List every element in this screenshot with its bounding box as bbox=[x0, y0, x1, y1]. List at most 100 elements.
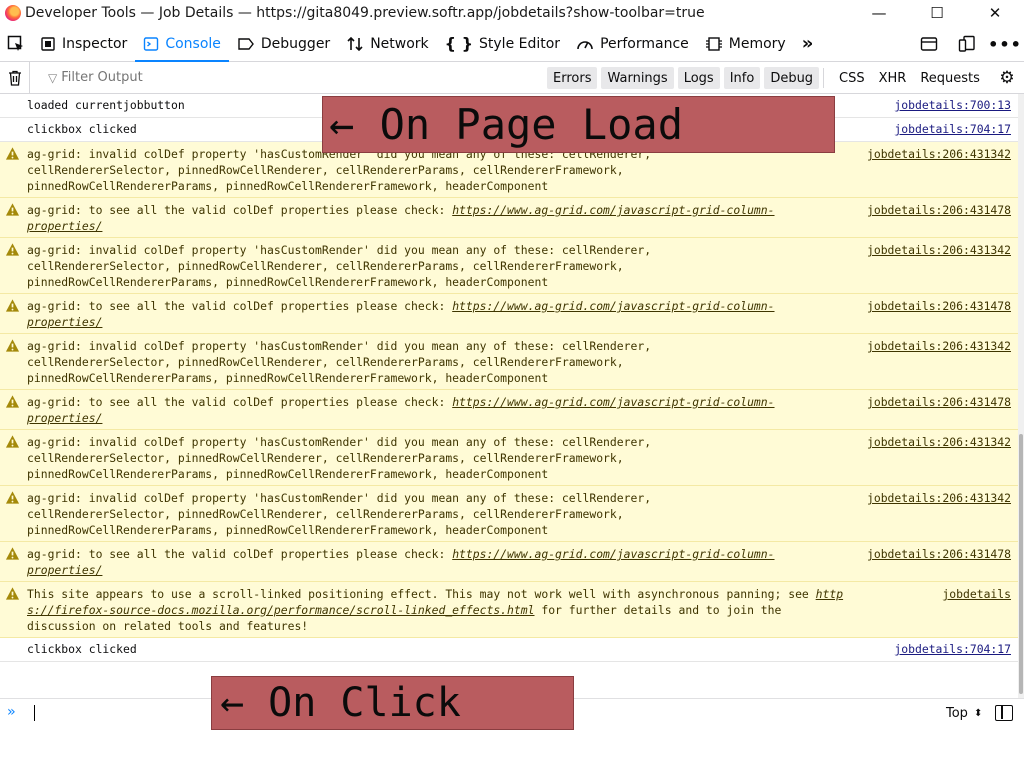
message-link[interactable]: properties/ bbox=[27, 315, 102, 329]
element-picker-button[interactable] bbox=[0, 26, 32, 62]
console-input[interactable] bbox=[34, 705, 35, 721]
filter-errors-button[interactable]: Errors bbox=[547, 67, 598, 89]
message-text-line: pinnedRowCellRendererParams, pinnedRowCe… bbox=[27, 179, 549, 193]
message-source-link[interactable]: jobdetails:206:431478 bbox=[867, 546, 1011, 562]
message-text-line: pinnedRowCellRendererParams, pinnedRowCe… bbox=[27, 523, 549, 537]
element-picker-icon bbox=[7, 35, 23, 51]
message-source-link[interactable]: jobdetails:206:431342 bbox=[867, 242, 1011, 258]
maximize-button[interactable]: ☐ bbox=[908, 0, 966, 26]
message-source-link[interactable]: jobdetails:206:431342 bbox=[867, 434, 1011, 450]
warning-icon bbox=[5, 435, 20, 448]
filter-logs-button[interactable]: Logs bbox=[677, 67, 720, 89]
message-link[interactable]: https://www.ag-grid.com/javascript-grid-… bbox=[452, 395, 774, 409]
message-text-segment: This site appears to use a scroll-linked… bbox=[27, 587, 816, 601]
tab-label: Performance bbox=[600, 35, 689, 52]
message-source-link[interactable]: jobdetails:206:431342 bbox=[867, 338, 1011, 354]
tab-inspector[interactable]: Inspector bbox=[32, 26, 135, 62]
message-link[interactable]: properties/ bbox=[27, 219, 102, 233]
tab-debugger[interactable]: Debugger bbox=[229, 26, 338, 62]
window-controls: — ☐ ✕ bbox=[850, 0, 1024, 26]
split-console-icon bbox=[920, 37, 938, 51]
clear-console-button[interactable] bbox=[0, 61, 30, 94]
message-text: ag-grid: invalid colDef property 'hasCus… bbox=[27, 338, 847, 386]
message-link[interactable]: https://www.ag-grid.com/javascript-grid-… bbox=[452, 547, 774, 561]
warning-icon bbox=[5, 547, 20, 560]
tab-label: Console bbox=[165, 35, 221, 52]
annotation-on-click: ← On Click bbox=[211, 676, 574, 730]
message-link[interactable]: http bbox=[816, 587, 843, 601]
filter-warnings-button[interactable]: Warnings bbox=[601, 67, 674, 89]
message-text: ag-grid: invalid colDef property 'hasCus… bbox=[27, 434, 847, 482]
message-text-line: ag-grid: invalid colDef property 'hasCus… bbox=[27, 491, 652, 505]
message-text-line: ag-grid: invalid colDef property 'hasCus… bbox=[27, 435, 652, 449]
message-link[interactable]: https://www.ag-grid.com/javascript-grid-… bbox=[452, 299, 774, 313]
message-text: ag-grid: to see all the valid colDef pro… bbox=[27, 298, 847, 330]
message-source-link[interactable]: jobdetails:704:17 bbox=[894, 121, 1011, 137]
message-text: ag-grid: to see all the valid colDef pro… bbox=[27, 546, 847, 578]
message-source-link[interactable]: jobdetails:206:431342 bbox=[867, 146, 1011, 162]
filter-output-field[interactable]: ▽ bbox=[48, 70, 528, 85]
tab-label: Network bbox=[370, 35, 429, 52]
tab-console[interactable]: Console bbox=[135, 28, 229, 62]
evaluation-context-selector[interactable]: Top ⬍ bbox=[946, 706, 982, 721]
filter-debug-button[interactable]: Debug bbox=[764, 67, 820, 89]
scrollbar-thumb[interactable] bbox=[1019, 434, 1023, 694]
tab-performance[interactable]: Performance bbox=[568, 26, 697, 62]
window-titlebar: Developer Tools — Job Details — https://… bbox=[0, 0, 1024, 26]
tab-label: Memory bbox=[728, 35, 786, 52]
message-link[interactable]: https://www.ag-grid.com/javascript-grid-… bbox=[452, 203, 774, 217]
message-source-link[interactable]: jobdetails:206:431478 bbox=[867, 394, 1011, 410]
console-scrollbar[interactable] bbox=[1018, 94, 1024, 698]
message-text-line: cellRendererSelector, pinnedRowCellRende… bbox=[27, 507, 624, 521]
tab-style-editor[interactable]: { } Style Editor bbox=[437, 26, 568, 62]
filter-xhr-button[interactable]: XHR bbox=[872, 67, 914, 89]
updown-arrow-icon: ⬍ bbox=[973, 708, 983, 719]
message-link[interactable]: properties/ bbox=[27, 563, 102, 577]
message-source-link[interactable]: jobdetails:206:431342 bbox=[867, 490, 1011, 506]
message-source-link[interactable]: jobdetails:700:13 bbox=[894, 97, 1011, 113]
message-text-line: cellRendererSelector, pinnedRowCellRende… bbox=[27, 451, 624, 465]
message-text: ag-grid: to see all the valid colDef pro… bbox=[27, 202, 847, 234]
warning-icon bbox=[5, 339, 20, 352]
style-editor-icon: { } bbox=[444, 33, 474, 53]
tab-label: Style Editor bbox=[479, 35, 561, 52]
more-options-button[interactable]: ••• bbox=[986, 26, 1024, 62]
console-warning-message: ag-grid: to see all the valid colDef pro… bbox=[0, 294, 1018, 334]
message-link[interactable]: s://firefox-source-docs.mozilla.org/perf… bbox=[27, 603, 534, 617]
tab-memory[interactable]: Memory bbox=[697, 26, 794, 62]
console-settings-button[interactable]: ⚙ bbox=[996, 67, 1018, 89]
message-source-link[interactable]: jobdetails:206:431478 bbox=[867, 202, 1011, 218]
message-source-link[interactable]: jobdetails:206:431478 bbox=[867, 298, 1011, 314]
split-console-button[interactable] bbox=[910, 26, 948, 62]
message-text-line: pinnedRowCellRendererParams, pinnedRowCe… bbox=[27, 371, 549, 385]
message-text-segment: ag-grid: to see all the valid colDef pro… bbox=[27, 203, 453, 217]
message-link[interactable]: properties/ bbox=[27, 411, 102, 425]
warning-icon bbox=[5, 147, 20, 160]
console-output: loaded currentjobbutton jobdetails:700:13… bbox=[0, 94, 1018, 698]
more-tools-button[interactable]: » bbox=[794, 26, 822, 62]
tab-network[interactable]: Network bbox=[338, 26, 436, 62]
sidebar-toggle-icon[interactable] bbox=[995, 705, 1013, 721]
message-source-link[interactable]: jobdetails:704:17 bbox=[894, 641, 1011, 657]
console-warning-message: This site appears to use a scroll-linked… bbox=[0, 582, 1018, 638]
message-text-line: ag-grid: invalid colDef property 'hasCus… bbox=[27, 339, 652, 353]
dock-options-button[interactable] bbox=[948, 26, 986, 62]
network-icon bbox=[347, 36, 363, 51]
filter-info-button[interactable]: Info bbox=[723, 67, 761, 89]
warning-icon bbox=[5, 395, 20, 408]
message-text-line: pinnedRowCellRendererParams, pinnedRowCe… bbox=[27, 275, 549, 289]
tab-label: Debugger bbox=[260, 35, 331, 52]
console-warning-message: ag-grid: invalid colDef property 'hasCus… bbox=[0, 486, 1018, 542]
close-button[interactable]: ✕ bbox=[966, 0, 1024, 26]
filter-css-button[interactable]: CSS bbox=[832, 67, 872, 89]
tab-label: Inspector bbox=[62, 35, 128, 52]
minimize-button[interactable]: — bbox=[850, 0, 908, 26]
message-text-line: cellRendererSelector, pinnedRowCellRende… bbox=[27, 355, 624, 369]
console-log-message: clickbox clicked jobdetails:704:17 bbox=[0, 638, 1018, 662]
debugger-icon bbox=[238, 37, 254, 50]
filter-output-input[interactable] bbox=[61, 70, 502, 85]
message-source-link[interactable]: jobdetails bbox=[942, 586, 1011, 602]
message-text: ag-grid: to see all the valid colDef pro… bbox=[27, 394, 847, 426]
message-text: This site appears to use a scroll-linked… bbox=[27, 586, 847, 634]
filter-requests-button[interactable]: Requests bbox=[913, 67, 987, 89]
